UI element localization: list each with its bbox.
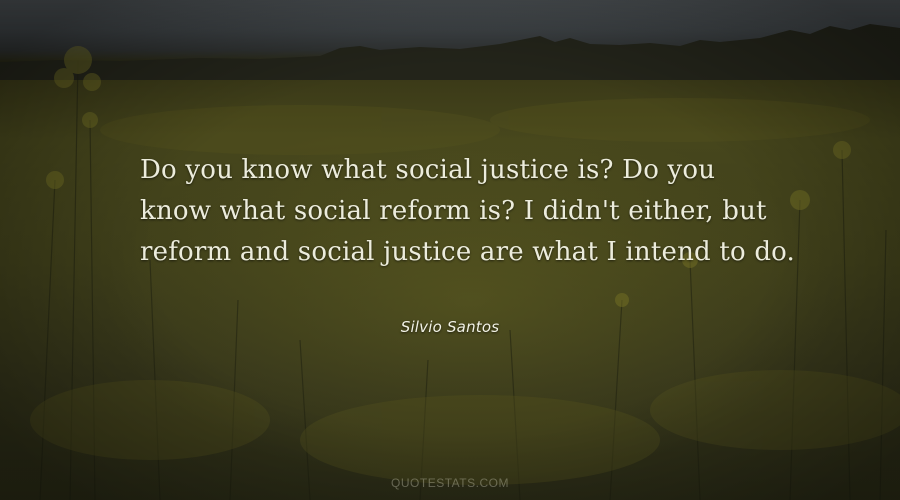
quote-author: Silvio Santos [400,318,500,336]
quote-line: Do you know what social justice is? Do y… [140,155,716,185]
quote-line: know what social reform is? I didn't eit… [140,196,767,226]
quote-text: Do you know what social justice is? Do y… [140,150,796,273]
watermark: QUOTESTATS.COM [391,476,509,490]
quote-image: Do you know what social justice is? Do y… [0,0,900,500]
quote-line: reform and social justice are what I int… [140,237,796,267]
